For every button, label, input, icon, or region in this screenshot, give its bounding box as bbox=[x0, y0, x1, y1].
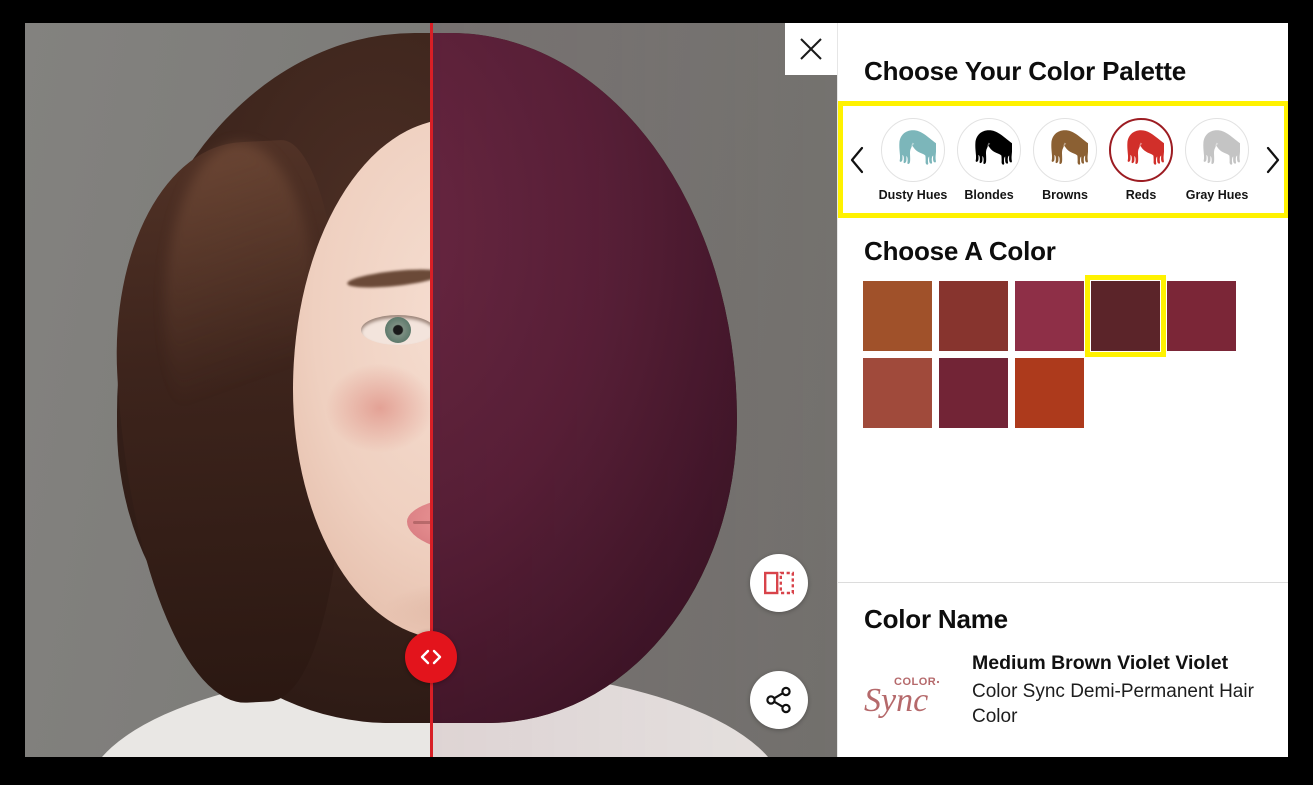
color-sync-logo: COLOR Sync bbox=[864, 671, 964, 724]
color-swatch-6[interactable] bbox=[863, 358, 932, 428]
palette-item-dusty-hues[interactable]: Dusty Hues bbox=[875, 117, 951, 202]
color-swatch-3[interactable] bbox=[1015, 281, 1084, 351]
palette-item-label: Blondes bbox=[964, 187, 1014, 202]
color-swatch-8[interactable] bbox=[1015, 358, 1084, 428]
share-icon bbox=[766, 686, 791, 714]
palette-carousel[interactable]: Dusty Hues Blondes Browns Reds Gray Hues bbox=[838, 101, 1288, 218]
palette-swatch-circle bbox=[1033, 117, 1097, 182]
iris bbox=[385, 317, 411, 343]
palette-item-label: Dusty Hues bbox=[878, 187, 948, 202]
palette-swatch-circle bbox=[957, 117, 1021, 182]
subject-hair-sheen bbox=[165, 143, 315, 473]
color-selection-panel: Choose Your Color Palette Dusty Hues Blon… bbox=[837, 23, 1288, 757]
palette-item-label: Reds bbox=[1125, 187, 1157, 202]
try-on-app: Choose Your Color Palette Dusty Hues Blon… bbox=[0, 0, 1313, 785]
color-swatch-wrapper bbox=[1015, 281, 1084, 351]
split-compare-icon bbox=[764, 571, 794, 595]
palette-item-label: Browns bbox=[1042, 187, 1088, 202]
color-sync-logo-icon: COLOR Sync bbox=[864, 676, 940, 719]
palette-item-browns[interactable]: Browns bbox=[1027, 117, 1103, 202]
color-name-row: COLOR Sync Medium Brown Violet Violet Co… bbox=[864, 649, 1274, 730]
subject-cheek-left bbox=[325, 363, 435, 453]
before-after-slider-handle[interactable] bbox=[405, 631, 457, 683]
color-swatch-wrapper bbox=[863, 358, 932, 428]
hair-bob-icon bbox=[899, 129, 936, 165]
color-swatch-wrapper bbox=[939, 281, 1008, 351]
palette-swatch-circle bbox=[1109, 117, 1173, 182]
portrait-viewer[interactable] bbox=[25, 23, 837, 757]
selected-color-description: Color Sync Demi-Permanent Hair Color bbox=[972, 681, 1254, 728]
color-section-title: Choose A Color bbox=[864, 236, 1056, 266]
palette-section-title: Choose Your Color Palette bbox=[864, 56, 1186, 86]
color-swatch-grid bbox=[863, 275, 1263, 428]
color-swatch-2[interactable] bbox=[939, 281, 1008, 351]
compare-view-button[interactable] bbox=[750, 554, 808, 612]
color-swatch-wrapper bbox=[863, 281, 932, 351]
close-icon bbox=[800, 38, 822, 60]
left-right-chevrons-icon bbox=[420, 649, 442, 665]
palette-item-gray-hues[interactable]: Gray Hues bbox=[1179, 117, 1255, 202]
palette-item-list: Dusty Hues Blondes Browns Reds Gray Hues bbox=[873, 117, 1257, 202]
svg-text:Sync: Sync bbox=[864, 682, 928, 719]
color-swatch-wrapper bbox=[1085, 275, 1166, 357]
close-button[interactable] bbox=[785, 23, 837, 75]
color-swatch-wrapper bbox=[939, 358, 1008, 428]
color-swatch-5[interactable] bbox=[1167, 281, 1236, 351]
panel-divider bbox=[838, 582, 1288, 583]
palette-item-label: Gray Hues bbox=[1185, 187, 1249, 202]
chevron-left-icon bbox=[850, 146, 864, 173]
hair-bob-icon bbox=[1203, 129, 1240, 165]
hair-bob-icon bbox=[975, 129, 1012, 165]
color-name-text: Medium Brown Violet Violet Color Sync De… bbox=[972, 649, 1274, 730]
palette-swatch-circle bbox=[881, 117, 945, 182]
palette-prev-button[interactable] bbox=[843, 106, 873, 213]
palette-item-reds[interactable]: Reds bbox=[1103, 117, 1179, 202]
palette-item-blondes[interactable]: Blondes bbox=[951, 117, 1027, 202]
after-tint bbox=[430, 23, 837, 757]
chevron-right-icon bbox=[1266, 146, 1280, 173]
color-name-title: Color Name bbox=[864, 604, 1008, 634]
color-swatch-4[interactable] bbox=[1091, 281, 1160, 351]
try-on-stage: Choose Your Color Palette Dusty Hues Blon… bbox=[25, 23, 1288, 757]
after-color-overlay bbox=[430, 23, 837, 757]
palette-swatch-circle bbox=[1185, 117, 1249, 182]
hair-bob-icon bbox=[1051, 129, 1088, 165]
color-swatch-7[interactable] bbox=[939, 358, 1008, 428]
color-swatch-1[interactable] bbox=[863, 281, 932, 351]
color-swatch-wrapper bbox=[1167, 281, 1236, 351]
hair-bob-icon bbox=[1127, 129, 1164, 165]
color-swatch-wrapper bbox=[1015, 358, 1084, 428]
subject-eye-left bbox=[361, 315, 435, 345]
selected-color-name: Medium Brown Violet Violet bbox=[972, 652, 1229, 674]
share-button[interactable] bbox=[750, 671, 808, 729]
palette-next-button[interactable] bbox=[1257, 106, 1287, 213]
